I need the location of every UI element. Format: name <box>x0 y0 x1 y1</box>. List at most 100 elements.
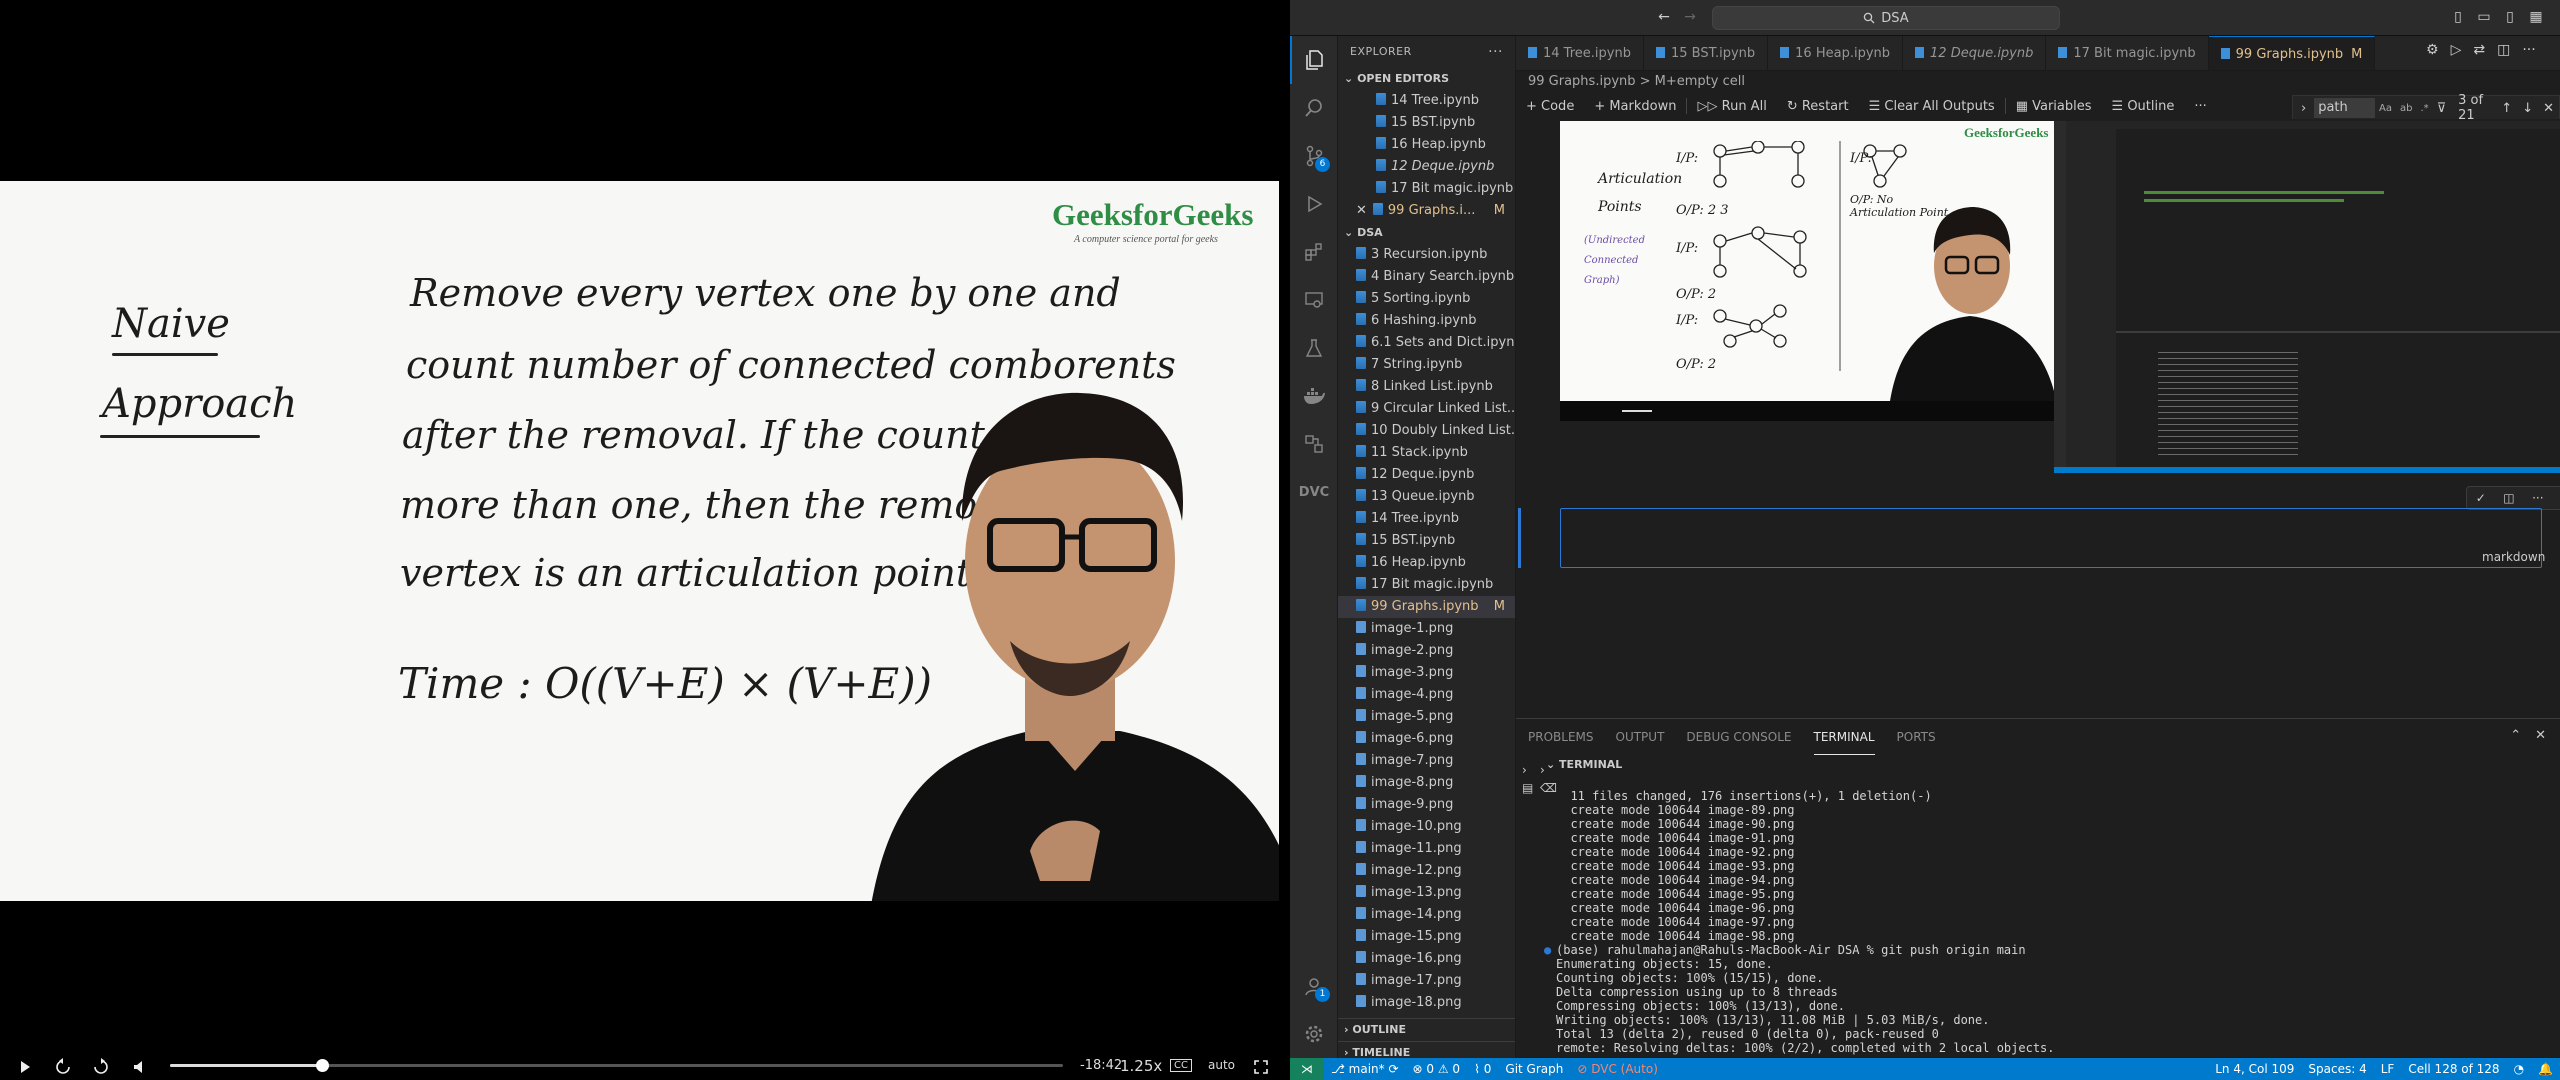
open-editor-item[interactable]: 16 Heap.ipynb <box>1338 134 1515 156</box>
split-cell-icon[interactable]: ◫ <box>2503 491 2514 505</box>
forward-10-icon[interactable] <box>86 1052 116 1080</box>
file-item[interactable]: 12 Deque.ipynb <box>1338 464 1515 486</box>
clear-outputs-button[interactable]: ☰ Clear All Outputs <box>1859 99 2005 114</box>
image-file-item[interactable]: image-17.png <box>1338 970 1515 992</box>
image-file-item[interactable]: image-11.png <box>1338 838 1515 860</box>
rewind-10-icon[interactable] <box>48 1052 78 1080</box>
more-actions-icon[interactable]: ··· <box>2522 42 2535 58</box>
image-file-item[interactable]: image-15.png <box>1338 926 1515 948</box>
editor-tab[interactable]: 17 Bit magic.ipynb <box>2046 36 2209 70</box>
image-file-item[interactable]: image-1.png <box>1338 618 1515 640</box>
image-file-item[interactable]: image-7.png <box>1338 750 1515 772</box>
forward-arrow-icon[interactable]: → <box>1682 9 1698 25</box>
editor-tab[interactable]: 99 Graphs.ipynb M <box>2208 36 2376 70</box>
dvc-status[interactable]: ⊘ DVC (Auto) <box>1570 1058 1665 1080</box>
editor-tab[interactable]: 12 Deque.ipynb <box>1903 36 2047 70</box>
file-item[interactable]: 4 Binary Search.ipynb <box>1338 266 1515 288</box>
remote-icon[interactable] <box>1290 420 1338 468</box>
terminal-list-icon[interactable]: ▤ <box>1522 779 1533 797</box>
panel-tab[interactable]: OUTPUT <box>1616 719 1665 755</box>
remote-indicator-icon[interactable]: ⋊ <box>1290 1058 1324 1080</box>
empty-markdown-cell[interactable] <box>1560 508 2542 568</box>
source-control-icon[interactable]: 6 <box>1290 132 1338 180</box>
file-item[interactable]: 15 BST.ipynb <box>1338 530 1515 552</box>
open-editor-item[interactable]: 12 Deque.ipynb <box>1338 156 1515 178</box>
image-file-item[interactable]: image-13.png <box>1338 882 1515 904</box>
video-progress-bar[interactable] <box>170 1059 1063 1072</box>
run-icon[interactable]: ▷ <box>2451 42 2462 58</box>
file-item[interactable]: 8 Linked List.ipynb <box>1338 376 1515 398</box>
remote-explorer-icon[interactable] <box>1290 276 1338 324</box>
find-input[interactable]: path <box>2314 98 2375 118</box>
volume-icon[interactable] <box>124 1052 154 1080</box>
cell-position[interactable]: Cell 128 of 128 <box>2401 1058 2506 1080</box>
open-editors-section[interactable]: ⌄ OPEN EDITORS <box>1338 68 1515 90</box>
terminal-output[interactable]: 11 files changed, 176 insertions(+), 1 d… <box>1544 789 2546 1055</box>
problems-status[interactable]: ⊗ 0 ⚠ 0 <box>1406 1058 1468 1080</box>
file-item[interactable]: 11 Stack.ipynb <box>1338 442 1515 464</box>
open-editor-item[interactable]: 17 Bit magic.ipynb <box>1338 178 1515 200</box>
file-item[interactable]: 14 Tree.ipynb <box>1338 508 1515 530</box>
close-panel-icon[interactable]: ✕ <box>2535 728 2546 743</box>
video-progress-knob[interactable] <box>315 1059 329 1072</box>
panel-tab[interactable]: PORTS <box>1897 719 1936 755</box>
end-of-line[interactable]: LF <box>2374 1058 2402 1080</box>
check-icon[interactable]: ✓ <box>2476 491 2486 505</box>
editor-tab[interactable]: 16 Heap.ipynb <box>1768 36 1904 70</box>
timeline-section[interactable]: › TIMELINE <box>1338 1041 1515 1058</box>
open-editor-item[interactable]: 14 Tree.ipynb <box>1338 90 1515 112</box>
toolbar-more-button[interactable]: ··· <box>2184 99 2216 114</box>
image-file-item[interactable]: image-3.png <box>1338 662 1515 684</box>
toggle-sidebar-icon[interactable]: ▯ <box>2450 9 2466 25</box>
notifications-icon[interactable]: 🔔 <box>2531 1058 2560 1080</box>
add-markdown-cell-button[interactable]: + Markdown <box>1584 99 1686 114</box>
close-icon[interactable]: ✕ <box>1356 203 1367 218</box>
file-item[interactable]: 13 Queue.ipynb <box>1338 486 1515 508</box>
cursor-position[interactable]: Ln 4, Col 109 <box>2208 1058 2301 1080</box>
dvc-icon[interactable]: DVC <box>1290 468 1338 516</box>
play-icon[interactable] <box>10 1052 40 1080</box>
file-item[interactable]: 10 Doubly Linked List.... <box>1338 420 1515 442</box>
file-item[interactable]: 5 Sorting.ipynb <box>1338 288 1515 310</box>
image-file-item[interactable]: image-10.png <box>1338 816 1515 838</box>
image-file-item[interactable]: image-6.png <box>1338 728 1515 750</box>
quality-button[interactable]: auto <box>1208 1058 1235 1072</box>
restart-button[interactable]: ↻ Restart <box>1777 99 1859 114</box>
panel-tab[interactable]: DEBUG CONSOLE <box>1686 719 1791 755</box>
breadcrumb[interactable]: 99 Graphs.ipynb > M+empty cell <box>1516 71 2560 93</box>
file-item[interactable]: 9 Circular Linked List.... <box>1338 398 1515 420</box>
folder-section[interactable]: ⌄ DSA <box>1338 222 1515 244</box>
command-center[interactable]: DSA <box>1712 6 2060 30</box>
notebook-editor[interactable]: GeeksforGeeks Articulation Points (Undir… <box>1516 119 2560 709</box>
sync-icon[interactable]: ◔ <box>2507 1058 2531 1080</box>
add-code-cell-button[interactable]: + Code <box>1516 99 1584 114</box>
indentation[interactable]: Spaces: 4 <box>2301 1058 2373 1080</box>
toggle-panel-icon[interactable]: ▭ <box>2476 9 2492 25</box>
regex-icon[interactable]: .* <box>2416 103 2432 114</box>
terminal-section-header[interactable]: ⌄ TERMINAL <box>1546 755 1622 775</box>
gear-icon[interactable]: ⚙ <box>2426 42 2439 58</box>
outline-section[interactable]: › OUTLINE <box>1338 1019 1515 1041</box>
docker-icon[interactable] <box>1290 372 1338 420</box>
file-item[interactable]: 6 Hashing.ipynb <box>1338 310 1515 332</box>
captions-icon[interactable]: CC <box>1170 1059 1192 1072</box>
run-debug-icon[interactable] <box>1290 180 1338 228</box>
panel-tab[interactable]: PROBLEMS <box>1528 719 1594 755</box>
toggle-secondary-sidebar-icon[interactable]: ▯ <box>2502 9 2518 25</box>
image-file-item[interactable]: image-5.png <box>1338 706 1515 728</box>
file-item[interactable]: 6.1 Sets and Dict.ipynb <box>1338 332 1515 354</box>
chevron-right-icon[interactable]: › <box>2293 101 2314 116</box>
video-frame[interactable]: GeeksforGeeks A computer science portal … <box>0 181 1279 901</box>
speed-button[interactable]: 1.25x <box>1120 1057 1162 1075</box>
match-case-icon[interactable]: Aa <box>2375 103 2396 114</box>
file-item[interactable]: 16 Heap.ipynb <box>1338 552 1515 574</box>
open-editor-item[interactable]: 15 BST.ipynb <box>1338 112 1515 134</box>
testing-icon[interactable] <box>1290 324 1338 372</box>
split-editor-icon[interactable]: ◫ <box>2497 42 2510 58</box>
image-file-item[interactable]: image-4.png <box>1338 684 1515 706</box>
image-file-item[interactable]: image-9.png <box>1338 794 1515 816</box>
close-icon[interactable]: ✕ <box>2538 101 2559 116</box>
whole-word-icon[interactable]: ab <box>2396 103 2416 114</box>
customize-layout-icon[interactable]: ▦ <box>2528 9 2544 25</box>
panel-tab[interactable]: TERMINAL <box>1813 719 1875 755</box>
